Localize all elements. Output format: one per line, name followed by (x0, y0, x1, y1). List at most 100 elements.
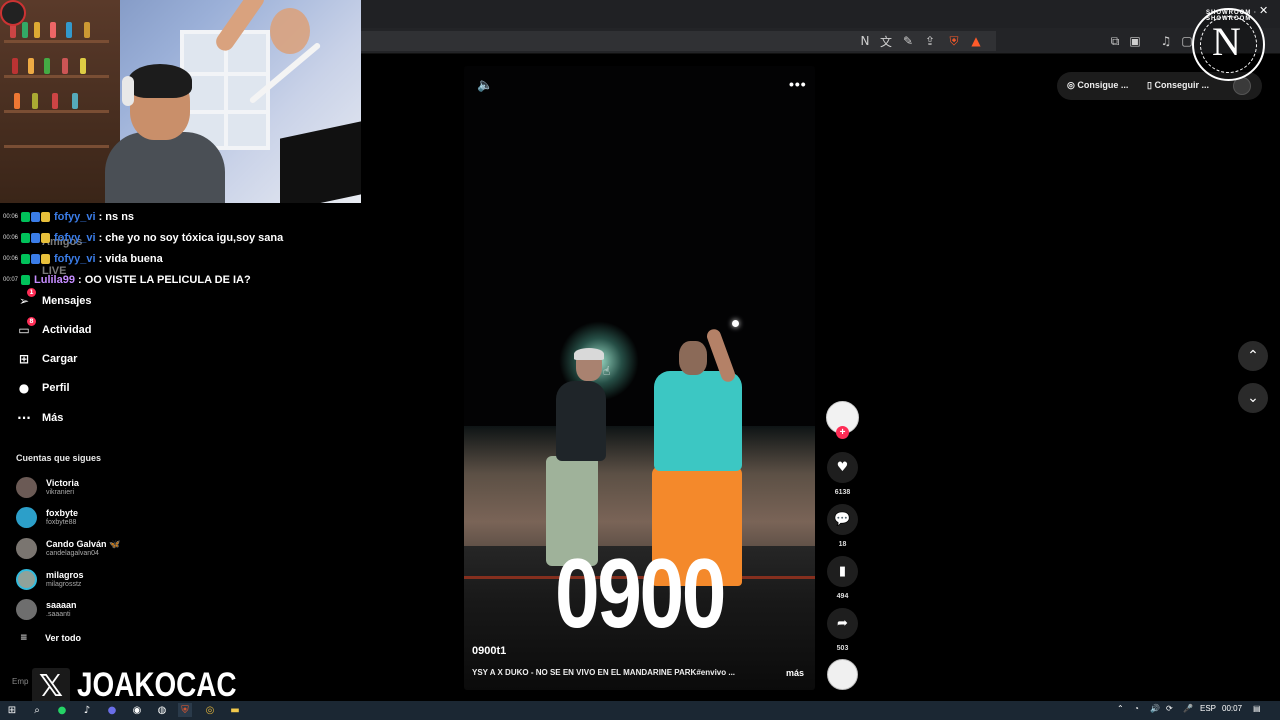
nav-profile[interactable]: ● Perfil (16, 377, 70, 399)
account-name: milagros (46, 569, 84, 580)
like-count: 6138 (834, 489, 851, 496)
chat-line: 00:07 Lulila99 : OO VISTE LA PELICULA DE… (0, 269, 360, 290)
sound-disc-button[interactable] (827, 659, 858, 690)
get-app-label: Conseguir ... (1154, 80, 1209, 90)
brave-icon[interactable]: ⛨ (178, 703, 192, 717)
comment-count: 18 (838, 541, 847, 548)
nav-more[interactable]: ··· Más (16, 407, 63, 429)
monitor (280, 121, 361, 203)
tiktok-icon[interactable]: ♪ (80, 703, 94, 717)
following-account[interactable]: Cando Galván 🦋 candelagalvan04 (16, 535, 120, 561)
volume-icon[interactable]: 🔈 (477, 78, 493, 93)
performer-1 (574, 348, 604, 360)
avatar (16, 568, 37, 590)
raised-hand (270, 8, 310, 54)
nav-messages[interactable]: ➢ 1 Mensajes (16, 288, 92, 312)
performer-1 (556, 381, 606, 461)
notification-icon[interactable]: ▤ (1253, 704, 1261, 713)
streamer (100, 64, 230, 203)
clock[interactable]: 00:07 (1222, 704, 1242, 713)
language-indicator[interactable]: ESP (1200, 704, 1216, 713)
reader-icon[interactable]: N (857, 33, 873, 49)
extensions-icon[interactable]: ⧉ (1107, 33, 1123, 49)
video-player[interactable]: 0900 ☝ 🔈 ••• 0900t1 YSY A X DUKO - NO SE… (464, 66, 815, 690)
next-video-button[interactable]: ⌄ (1238, 383, 1268, 413)
chat-message: : OO VISTE LA PELICULA DE IA? (77, 273, 251, 286)
start-icon[interactable]: ⊞ (5, 703, 19, 717)
chat-timestamp: 00:06 (3, 234, 19, 241)
video-menu-button[interactable]: ••• (789, 76, 807, 92)
comment-button[interactable]: 💬 (827, 504, 858, 535)
see-all-label: Ver todo (45, 633, 82, 643)
account-name: saaaan (46, 599, 77, 610)
sub-badge-icon (31, 232, 40, 243)
account-name: foxbyte (46, 507, 79, 518)
discord-icon[interactable]: ● (105, 703, 119, 717)
save-button[interactable]: ▮ (827, 556, 858, 587)
brave-shield-icon[interactable]: ⛨ (946, 33, 962, 49)
avatar (16, 476, 37, 498)
following-account[interactable]: milagros milagrosstz (16, 566, 84, 592)
taskbar (0, 701, 1280, 720)
nav-label: Más (42, 412, 64, 424)
kick-badge-icon (21, 211, 30, 222)
follow-plus-button[interactable]: + (836, 426, 849, 439)
following-account[interactable]: Victoria vikranieri (16, 474, 79, 500)
chat-line: 00:06 fofyy_vi : che yo no soy tóxica ig… (0, 227, 360, 248)
obs-icon[interactable]: ◍ (155, 703, 169, 717)
streamer-handle: JOAKOCAC (77, 666, 237, 704)
folder-icon[interactable]: ▬ (228, 703, 242, 717)
brave-rewards-icon[interactable]: ▲ (968, 33, 984, 49)
nav-upload[interactable]: ⊞ Cargar (16, 348, 78, 370)
following-account[interactable]: foxbyte foxbyte88 (16, 504, 78, 530)
get-app-button[interactable]: ▯ Conseguir ... (1147, 80, 1209, 91)
previous-video-button[interactable]: ⌃ (1238, 341, 1268, 371)
chrome-icon[interactable]: ◎ (203, 703, 217, 717)
chat-timestamp: 00:06 (3, 213, 19, 220)
following-account[interactable]: saaaan .saaanti (16, 596, 77, 622)
share-page-icon[interactable]: ⇪ (922, 33, 938, 49)
list-icon: ≡ (20, 633, 28, 643)
chat-line: 00:06 fofyy_vi : vida buena (0, 248, 360, 269)
whatsapp-icon[interactable]: ● (55, 703, 69, 717)
showroom-logo-letter: N (1212, 19, 1241, 64)
x-logo-icon: 𝕏 (32, 668, 70, 704)
sidebar-icon[interactable]: ▣ (1127, 33, 1143, 49)
edit-icon[interactable]: ✎ (900, 33, 916, 49)
gift-badge-icon (41, 253, 50, 264)
translate-icon[interactable]: 文 (878, 33, 894, 49)
video-author[interactable]: 0900t1 (472, 645, 506, 657)
messages-badge: 1 (27, 288, 36, 297)
tray-chevron-icon[interactable]: ⌃ (1117, 704, 1124, 713)
search-icon[interactable]: ⌕ (30, 703, 44, 717)
chat-username: fofyy_vi (54, 231, 96, 244)
sync-icon[interactable]: ⟳ (1166, 704, 1173, 713)
get-coins-label: Consigue ... (1077, 80, 1129, 90)
account-handle: vikranieri (46, 488, 75, 496)
close-icon[interactable]: ✕ (1259, 4, 1268, 17)
wifi-icon[interactable]: ◔ (1134, 704, 1139, 713)
more-icon: ··· (17, 411, 31, 425)
avatar (16, 506, 37, 528)
performer-2 (654, 371, 742, 471)
share-button[interactable]: ➦ (827, 608, 858, 639)
media-icon[interactable]: ♫ (1158, 33, 1174, 49)
chat-timestamp: 00:07 (3, 276, 19, 283)
chat-overlay: 00:06 fofyy_vi : ns ns 00:06 fofyy_vi : … (0, 206, 360, 290)
inbox-icon: ▭ 8 (16, 317, 36, 338)
browser-tab-strip (361, 0, 1280, 28)
see-all-link[interactable]: ≡ Ver todo (20, 633, 81, 643)
nav-activity[interactable]: ▭ 8 Actividad (16, 317, 92, 341)
account-handle: candelagalvan04 (46, 549, 99, 557)
gift-badge-icon (41, 232, 50, 243)
mic-icon[interactable]: 🎤 (1183, 704, 1193, 713)
get-coins-button[interactable]: ◎ Consigue ... (1067, 80, 1128, 91)
heart-icon: ♥ (836, 460, 849, 475)
comment-icon: 💬 (834, 512, 851, 527)
chat-username: fofyy_vi (54, 252, 96, 265)
steam-icon[interactable]: ◉ (130, 703, 144, 717)
like-button[interactable]: ♥ (827, 452, 858, 483)
profile-icon: ● (18, 381, 30, 395)
speaker-icon[interactable]: 🔊 (1150, 704, 1160, 713)
caption-more-link[interactable]: más (786, 668, 804, 678)
